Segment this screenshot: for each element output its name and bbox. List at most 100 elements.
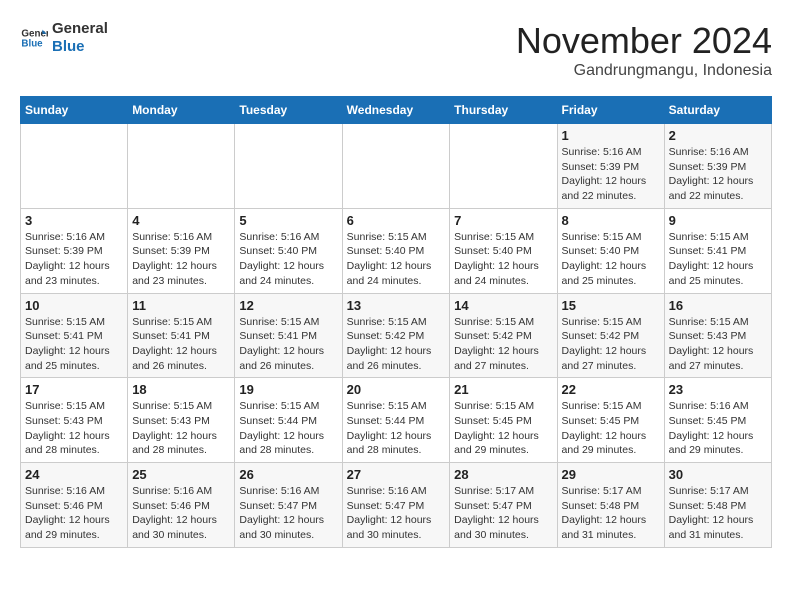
calendar-cell: 20Sunrise: 5:15 AM Sunset: 5:44 PM Dayli…: [342, 378, 450, 463]
day-number: 24: [25, 467, 123, 482]
calendar-cell: [128, 124, 235, 209]
day-info: Sunrise: 5:16 AM Sunset: 5:39 PM Dayligh…: [562, 145, 660, 204]
calendar-cell: 1 Sunrise: 5:16 AM Sunset: 5:39 PM Daylig…: [557, 124, 664, 209]
logo-icon: General Blue: [20, 24, 48, 52]
calendar-cell: 13Sunrise: 5:15 AM Sunset: 5:42 PM Dayli…: [342, 293, 450, 378]
calendar-cell: 21 Sunrise: 5:15 AM Sunset: 5:45 PM Dayli…: [450, 378, 557, 463]
calendar-table: SundayMondayTuesdayWednesdayThursdayFrid…: [20, 96, 772, 548]
day-info: Sunrise: 5:15 AM Sunset: 5:42 PM Dayligh…: [562, 315, 660, 374]
day-info: Sunrise: 5:17 AM Sunset: 5:48 PM Dayligh…: [562, 484, 660, 543]
calendar-cell: 8 Sunrise: 5:15 AM Sunset: 5:40 PM Daylig…: [557, 208, 664, 293]
weekday-header-thursday: Thursday: [450, 97, 557, 124]
calendar-subtitle: Gandrungmangu, Indonesia: [516, 62, 772, 80]
day-number: 1: [562, 128, 660, 143]
day-info: Sunrise: 5:16 AM Sunset: 5:47 PM Dayligh…: [239, 484, 337, 543]
day-info: Sunrise: 5:17 AM Sunset: 5:47 PM Dayligh…: [454, 484, 552, 543]
weekday-header-row: SundayMondayTuesdayWednesdayThursdayFrid…: [21, 97, 772, 124]
day-number: 6: [347, 213, 446, 228]
day-number: 22: [562, 382, 660, 397]
calendar-cell: 12 Sunrise: 5:15 AM Sunset: 5:41 PM Dayli…: [235, 293, 342, 378]
calendar-cell: 18 Sunrise: 5:15 AM Sunset: 5:43 PM Dayli…: [128, 378, 235, 463]
day-number: 15: [562, 298, 660, 313]
day-info: Sunrise: 5:16 AM Sunset: 5:39 PM Dayligh…: [669, 145, 767, 204]
calendar-cell: 10Sunrise: 5:15 AM Sunset: 5:41 PM Dayli…: [21, 293, 128, 378]
calendar-cell: 16 Sunrise: 5:15 AM Sunset: 5:43 PM Dayli…: [664, 293, 771, 378]
calendar-cell: 25Sunrise: 5:16 AM Sunset: 5:46 PM Dayli…: [128, 463, 235, 548]
day-info: Sunrise: 5:17 AM Sunset: 5:48 PM Dayligh…: [669, 484, 767, 543]
day-number: 8: [562, 213, 660, 228]
weekday-header-tuesday: Tuesday: [235, 97, 342, 124]
weekday-header-saturday: Saturday: [664, 97, 771, 124]
calendar-cell: 30 Sunrise: 5:17 AM Sunset: 5:48 PM Dayli…: [664, 463, 771, 548]
day-info: Sunrise: 5:15 AM Sunset: 5:45 PM Dayligh…: [562, 399, 660, 458]
day-info: Sunrise: 5:15 AM Sunset: 5:41 PM Dayligh…: [669, 230, 767, 289]
calendar-cell: 27 Sunrise: 5:16 AM Sunset: 5:47 PM Dayli…: [342, 463, 450, 548]
calendar-cell: 26 Sunrise: 5:16 AM Sunset: 5:47 PM Dayli…: [235, 463, 342, 548]
calendar-cell: 24 Sunrise: 5:16 AM Sunset: 5:46 PM Dayli…: [21, 463, 128, 548]
day-number: 21: [454, 382, 552, 397]
day-info: Sunrise: 5:15 AM Sunset: 5:43 PM Dayligh…: [25, 399, 123, 458]
svg-text:Blue: Blue: [21, 38, 43, 49]
logo: General Blue General Blue: [20, 20, 108, 56]
calendar-cell: 5 Sunrise: 5:16 AM Sunset: 5:40 PM Daylig…: [235, 208, 342, 293]
calendar-cell: 15 Sunrise: 5:15 AM Sunset: 5:42 PM Dayli…: [557, 293, 664, 378]
calendar-cell: 22 Sunrise: 5:15 AM Sunset: 5:45 PM Dayli…: [557, 378, 664, 463]
day-info: Sunrise: 5:15 AM Sunset: 5:41 PM Dayligh…: [239, 315, 337, 374]
calendar-cell: 14Sunrise: 5:15 AM Sunset: 5:42 PM Dayli…: [450, 293, 557, 378]
calendar-cell: 9 Sunrise: 5:15 AM Sunset: 5:41 PM Daylig…: [664, 208, 771, 293]
weekday-header-friday: Friday: [557, 97, 664, 124]
day-info: Sunrise: 5:16 AM Sunset: 5:46 PM Dayligh…: [25, 484, 123, 543]
day-number: 26: [239, 467, 337, 482]
day-number: 23: [669, 382, 767, 397]
day-info: Sunrise: 5:15 AM Sunset: 5:40 PM Dayligh…: [562, 230, 660, 289]
calendar-week-row: 24 Sunrise: 5:16 AM Sunset: 5:46 PM Dayli…: [21, 463, 772, 548]
header: General Blue General Blue November 2024 …: [20, 20, 772, 80]
day-number: 10: [25, 298, 123, 313]
day-number: 7: [454, 213, 552, 228]
day-number: 5: [239, 213, 337, 228]
day-info: Sunrise: 5:15 AM Sunset: 5:42 PM Dayligh…: [454, 315, 552, 374]
day-number: 2: [669, 128, 767, 143]
weekday-header-monday: Monday: [128, 97, 235, 124]
day-number: 25: [132, 467, 230, 482]
calendar-cell: [342, 124, 450, 209]
day-info: Sunrise: 5:16 AM Sunset: 5:40 PM Dayligh…: [239, 230, 337, 289]
calendar-cell: 29Sunrise: 5:17 AM Sunset: 5:48 PM Dayli…: [557, 463, 664, 548]
day-info: Sunrise: 5:16 AM Sunset: 5:47 PM Dayligh…: [347, 484, 446, 543]
calendar-cell: 23Sunrise: 5:16 AM Sunset: 5:45 PM Dayli…: [664, 378, 771, 463]
day-number: 9: [669, 213, 767, 228]
day-info: Sunrise: 5:15 AM Sunset: 5:40 PM Dayligh…: [347, 230, 446, 289]
day-number: 16: [669, 298, 767, 313]
day-info: Sunrise: 5:15 AM Sunset: 5:43 PM Dayligh…: [669, 315, 767, 374]
calendar-cell: 2 Sunrise: 5:16 AM Sunset: 5:39 PM Daylig…: [664, 124, 771, 209]
calendar-week-row: 10 Sunrise: 5:15 AM Sunset: 5:41 PM Dayli…: [21, 293, 772, 378]
calendar-week-row: 1 Sunrise: 5:16 AM Sunset: 5:39 PM Daylig…: [21, 124, 772, 209]
day-info: Sunrise: 5:15 AM Sunset: 5:43 PM Dayligh…: [132, 399, 230, 458]
day-number: 12: [239, 298, 337, 313]
day-info: Sunrise: 5:15 AM Sunset: 5:45 PM Dayligh…: [454, 399, 552, 458]
day-number: 4: [132, 213, 230, 228]
calendar-cell: 3 Sunrise: 5:16 AM Sunset: 5:39 PM Daylig…: [21, 208, 128, 293]
day-number: 11: [132, 298, 230, 313]
day-number: 30: [669, 467, 767, 482]
day-info: Sunrise: 5:15 AM Sunset: 5:44 PM Dayligh…: [347, 399, 446, 458]
weekday-header-sunday: Sunday: [21, 97, 128, 124]
day-info: Sunrise: 5:16 AM Sunset: 5:39 PM Dayligh…: [25, 230, 123, 289]
calendar-cell: 6 Sunrise: 5:15 AM Sunset: 5:40 PM Daylig…: [342, 208, 450, 293]
day-number: 17: [25, 382, 123, 397]
day-number: 18: [132, 382, 230, 397]
calendar-cell: 7 Sunrise: 5:15 AM Sunset: 5:40 PM Daylig…: [450, 208, 557, 293]
day-info: Sunrise: 5:15 AM Sunset: 5:42 PM Dayligh…: [347, 315, 446, 374]
calendar-cell: 28Sunrise: 5:17 AM Sunset: 5:47 PM Dayli…: [450, 463, 557, 548]
calendar-cell: 17 Sunrise: 5:15 AM Sunset: 5:43 PM Dayli…: [21, 378, 128, 463]
calendar-cell: [235, 124, 342, 209]
day-number: 27: [347, 467, 446, 482]
day-info: Sunrise: 5:15 AM Sunset: 5:40 PM Dayligh…: [454, 230, 552, 289]
day-number: 19: [239, 382, 337, 397]
weekday-header-wednesday: Wednesday: [342, 97, 450, 124]
title-area: November 2024 Gandrungmangu, Indonesia: [516, 20, 772, 80]
calendar-cell: [450, 124, 557, 209]
day-info: Sunrise: 5:15 AM Sunset: 5:41 PM Dayligh…: [132, 315, 230, 374]
calendar-cell: 19Sunrise: 5:15 AM Sunset: 5:44 PM Dayli…: [235, 378, 342, 463]
day-number: 3: [25, 213, 123, 228]
